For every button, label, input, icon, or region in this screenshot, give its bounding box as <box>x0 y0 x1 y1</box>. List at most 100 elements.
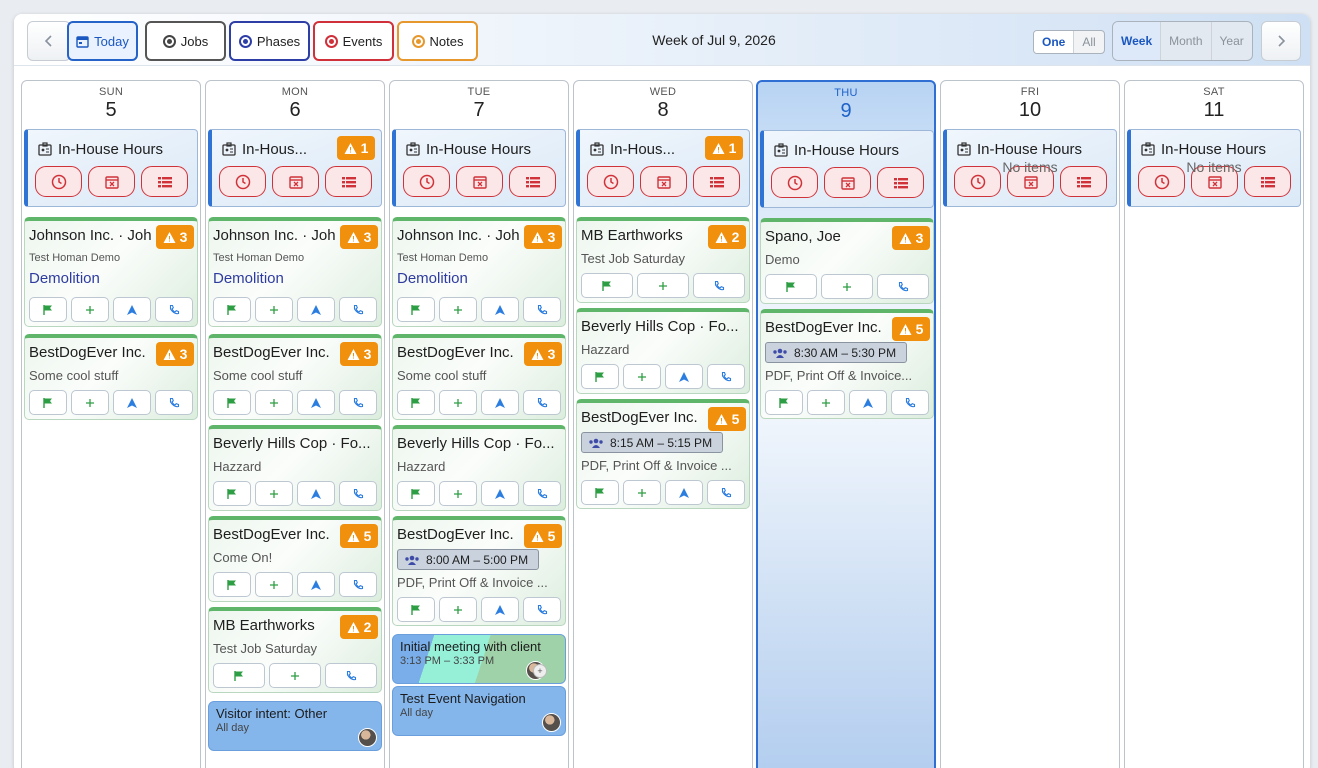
navigate-button[interactable] <box>481 481 519 506</box>
job-card[interactable]: BestDogEver Inc. 5 Come On! <box>208 516 382 602</box>
flag-button[interactable] <box>213 481 251 506</box>
day-column-fri[interactable]: FRI 10 In-House Hours No items <box>940 80 1120 768</box>
call-button[interactable] <box>339 390 377 415</box>
flag-button[interactable] <box>213 663 265 688</box>
warning-badge[interactable]: 3 <box>340 225 378 249</box>
call-button[interactable] <box>707 364 745 389</box>
add-button[interactable] <box>255 390 293 415</box>
day-column-thu[interactable]: THU 9 In-House Hours Spano, Joe 3 Demo B… <box>756 80 936 768</box>
calendar-x-button[interactable] <box>88 166 135 197</box>
call-button[interactable] <box>339 297 377 322</box>
flag-button[interactable] <box>397 597 435 622</box>
navigate-button[interactable] <box>297 481 335 506</box>
inhouse-hours-card[interactable]: In-House Hours <box>760 130 934 208</box>
list-button[interactable] <box>325 166 372 197</box>
next-week-button[interactable] <box>1261 21 1301 61</box>
job-card[interactable]: Beverly Hills Cop · Fo... Hazzard <box>392 425 566 511</box>
add-button[interactable] <box>821 274 873 299</box>
job-card[interactable]: Johnson Inc. · Joh 3 Test Homan Demo Dem… <box>208 217 382 327</box>
add-button[interactable] <box>439 297 477 322</box>
list-button[interactable] <box>141 166 188 197</box>
today-button[interactable]: Today <box>67 21 138 61</box>
flag-button[interactable] <box>29 297 67 322</box>
event-card[interactable]: Visitor intent: Other All day <box>208 701 382 751</box>
call-button[interactable] <box>523 481 561 506</box>
calendar-x-button[interactable] <box>824 167 871 198</box>
call-button[interactable] <box>877 274 929 299</box>
navigate-button[interactable] <box>481 297 519 322</box>
navigate-button[interactable] <box>113 390 151 415</box>
job-card[interactable]: BestDogEver Inc. 5 8:30 AM – 5:30 PM PDF… <box>760 309 934 419</box>
flag-button[interactable] <box>581 273 633 298</box>
warning-badge[interactable]: 3 <box>156 225 194 249</box>
event-card[interactable]: Test Event Navigation All day <box>392 686 566 736</box>
flag-button[interactable] <box>213 297 251 322</box>
warning-badge[interactable]: 1 <box>705 136 743 160</box>
navigate-button[interactable] <box>481 390 519 415</box>
add-button[interactable] <box>71 390 109 415</box>
add-button[interactable] <box>807 390 845 415</box>
call-button[interactable] <box>339 481 377 506</box>
add-button[interactable] <box>439 597 477 622</box>
scope-all-option[interactable]: All <box>1073 31 1103 53</box>
job-card[interactable]: MB Earthworks 2 Test Job Saturday <box>208 607 382 693</box>
call-button[interactable] <box>523 297 561 322</box>
add-button[interactable] <box>623 364 661 389</box>
call-button[interactable] <box>707 480 745 505</box>
warning-badge[interactable]: 3 <box>524 225 562 249</box>
view-week-option[interactable]: Week <box>1113 22 1161 60</box>
call-button[interactable] <box>523 597 561 622</box>
call-button[interactable] <box>339 572 377 597</box>
job-card[interactable]: BestDogEver Inc. 5 8:15 AM – 5:15 PM PDF… <box>576 399 750 509</box>
job-card[interactable]: BestDogEver Inc. 5 8:00 AM – 5:00 PM PDF… <box>392 516 566 626</box>
day-column-sun[interactable]: SUN 5 In-House Hours Johnson Inc. · Joh … <box>21 80 201 768</box>
warning-badge[interactable]: 5 <box>524 524 562 548</box>
add-button[interactable] <box>439 390 477 415</box>
flag-button[interactable] <box>581 480 619 505</box>
navigate-button[interactable] <box>665 480 703 505</box>
clock-button[interactable] <box>403 166 450 197</box>
warning-badge[interactable]: 5 <box>708 407 746 431</box>
day-column-wed[interactable]: WED 8 In-Hous... 1 MB Earthworks 2 Test … <box>573 80 753 768</box>
job-card[interactable]: MB Earthworks 2 Test Job Saturday <box>576 217 750 303</box>
notes-filter-button[interactable]: Notes <box>397 21 478 61</box>
job-card[interactable]: Spano, Joe 3 Demo <box>760 218 934 304</box>
navigate-button[interactable] <box>481 597 519 622</box>
call-button[interactable] <box>693 273 745 298</box>
warning-badge[interactable]: 3 <box>156 342 194 366</box>
jobs-filter-button[interactable]: Jobs <box>145 21 226 61</box>
call-button[interactable] <box>891 390 929 415</box>
warning-badge[interactable]: 3 <box>524 342 562 366</box>
add-button[interactable] <box>255 572 293 597</box>
flag-button[interactable] <box>397 481 435 506</box>
flag-button[interactable] <box>29 390 67 415</box>
warning-badge[interactable]: 1 <box>337 136 375 160</box>
job-card[interactable]: BestDogEver Inc. 3 Some cool stuff <box>392 334 566 420</box>
job-card[interactable]: BestDogEver Inc. 3 Some cool stuff <box>208 334 382 420</box>
clock-button[interactable] <box>771 167 818 198</box>
warning-badge[interactable]: 2 <box>340 615 378 639</box>
add-button[interactable] <box>255 297 293 322</box>
navigate-button[interactable] <box>665 364 703 389</box>
prev-week-button[interactable] <box>27 21 71 61</box>
job-card[interactable]: BestDogEver Inc. 3 Some cool stuff <box>24 334 198 420</box>
add-button[interactable] <box>623 480 661 505</box>
calendar-x-button[interactable] <box>640 166 687 197</box>
day-column-tue[interactable]: TUE 7 In-House Hours Johnson Inc. · Joh … <box>389 80 569 768</box>
events-filter-button[interactable]: Events <box>313 21 394 61</box>
flag-button[interactable] <box>213 572 251 597</box>
inhouse-hours-card[interactable]: In-Hous... 1 <box>208 129 382 207</box>
warning-badge[interactable]: 5 <box>892 317 930 341</box>
add-button[interactable] <box>71 297 109 322</box>
warning-badge[interactable]: 2 <box>708 225 746 249</box>
add-button[interactable] <box>439 481 477 506</box>
call-button[interactable] <box>155 390 193 415</box>
call-button[interactable] <box>155 297 193 322</box>
add-button[interactable] <box>255 481 293 506</box>
calendar-x-button[interactable] <box>456 166 503 197</box>
job-card[interactable]: Johnson Inc. · Joh 3 Test Homan Demo Dem… <box>24 217 198 327</box>
list-button[interactable] <box>877 167 924 198</box>
flag-button[interactable] <box>581 364 619 389</box>
view-year-option[interactable]: Year <box>1210 22 1252 60</box>
flag-button[interactable] <box>397 297 435 322</box>
